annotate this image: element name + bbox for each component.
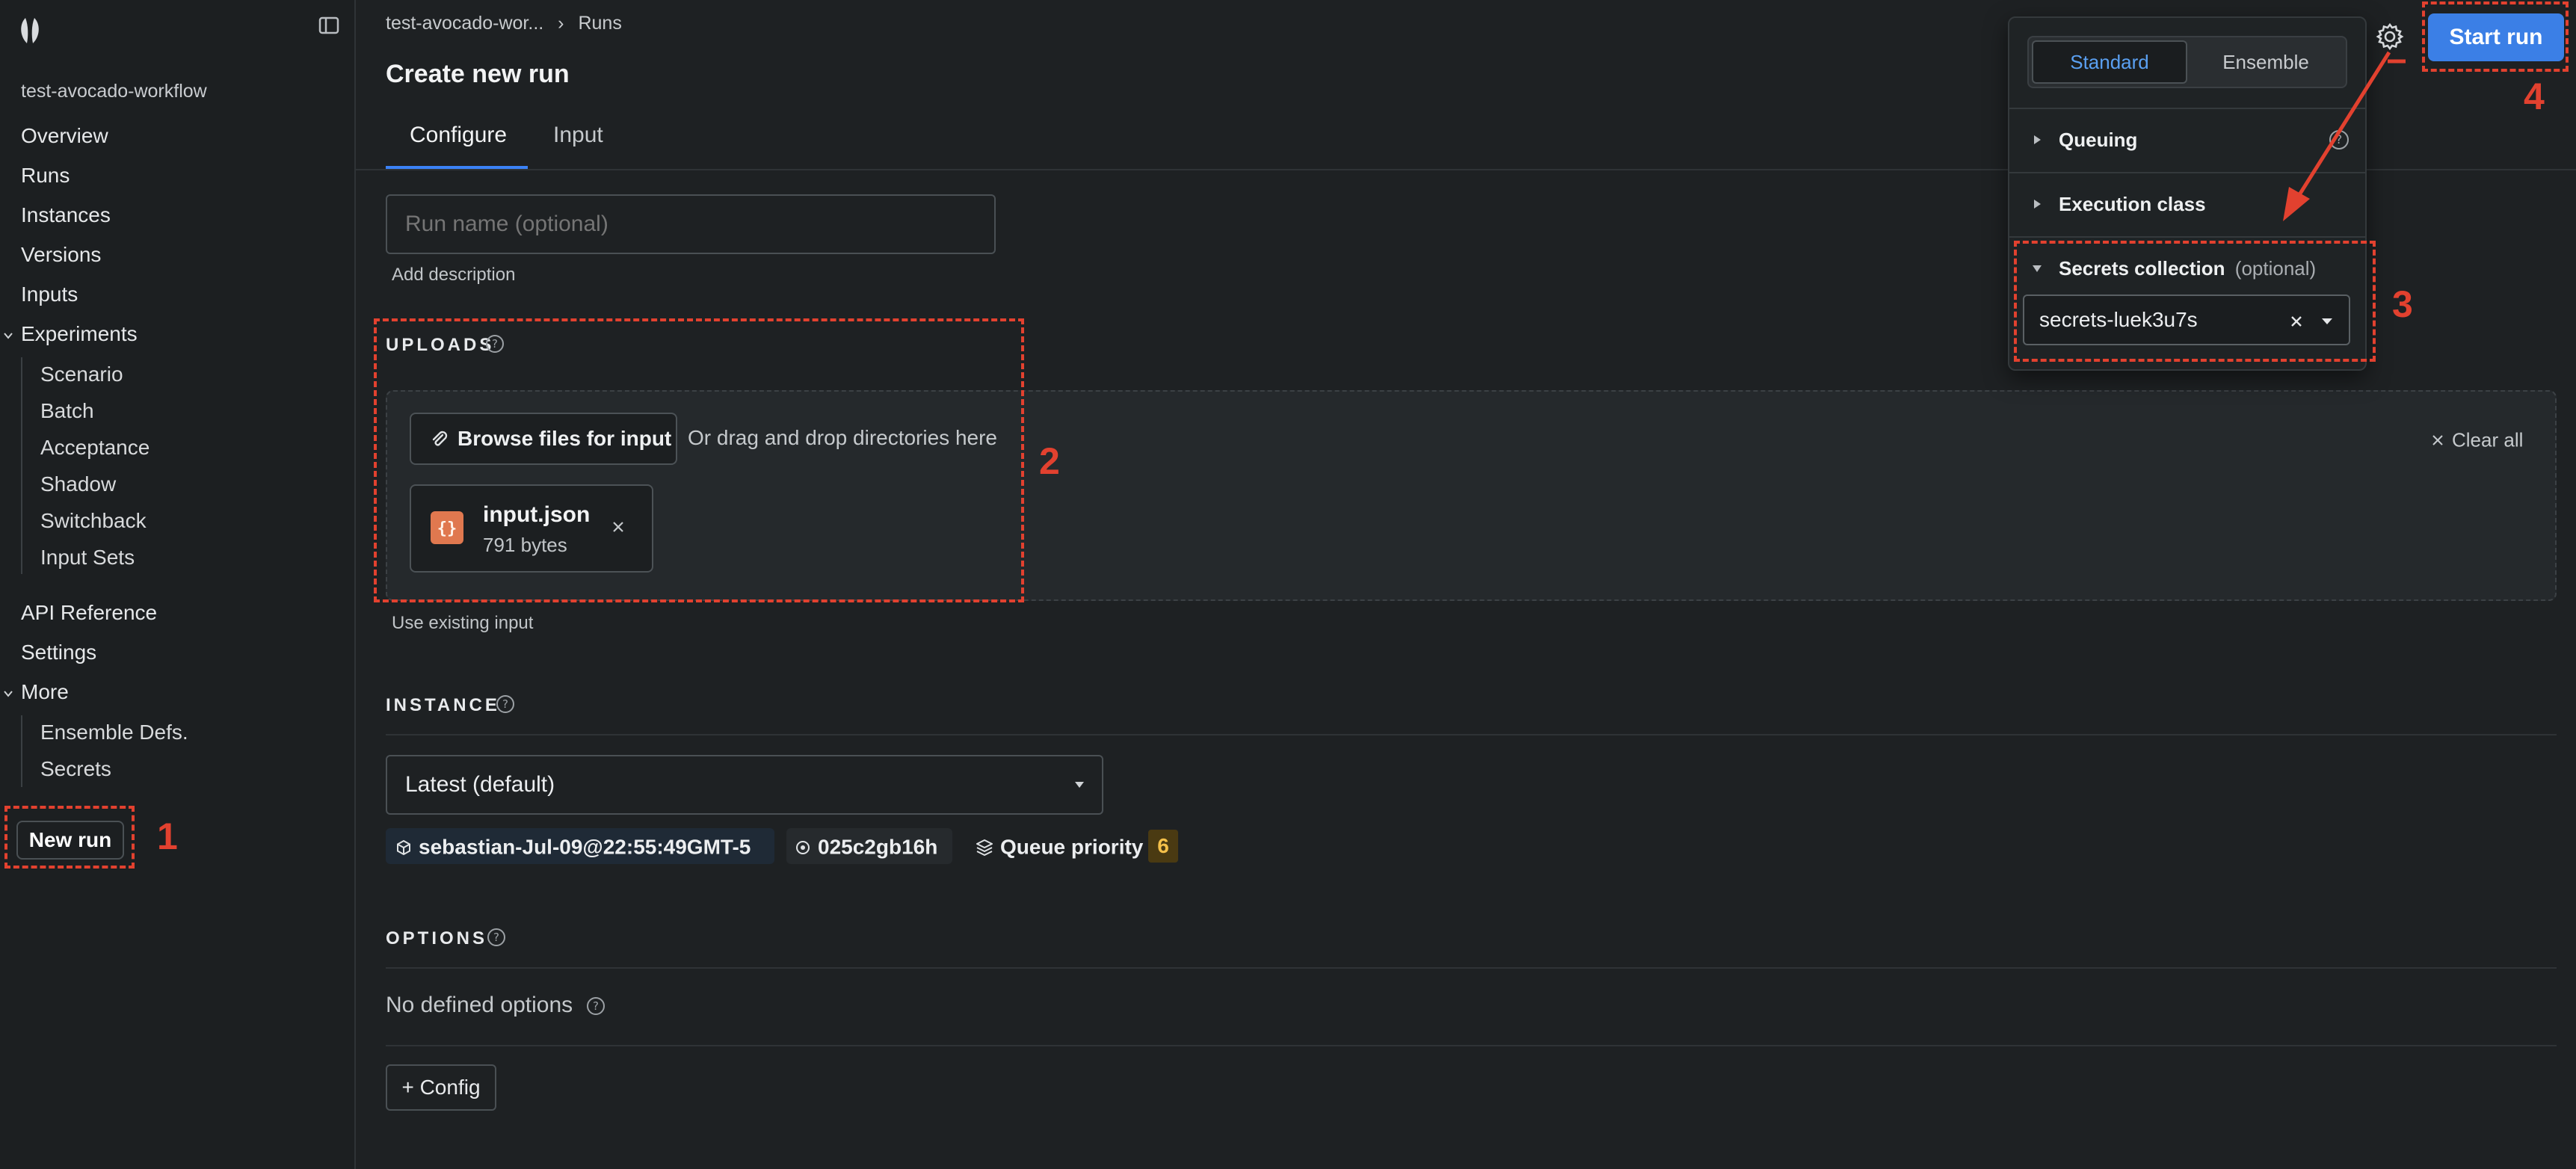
tab-input[interactable]: Input bbox=[553, 123, 603, 148]
sidebar-item-settings[interactable]: Settings bbox=[21, 641, 96, 664]
cube-icon bbox=[397, 839, 410, 855]
use-existing-input-link[interactable]: Use existing input bbox=[392, 613, 533, 634]
sidebar-item-api-reference[interactable]: API Reference bbox=[21, 601, 157, 625]
sidebar-item-batch[interactable]: Batch bbox=[40, 399, 94, 423]
triangle-right-icon[interactable] bbox=[2032, 133, 2042, 146]
layers-icon bbox=[976, 839, 993, 856]
sidebar-item-versions[interactable]: Versions bbox=[21, 243, 101, 267]
breadcrumb-current[interactable]: Runs bbox=[578, 13, 621, 34]
add-description-link[interactable]: Add description bbox=[392, 265, 515, 286]
help-icon[interactable]: ? bbox=[486, 927, 507, 948]
tab-configure[interactable]: Configure bbox=[410, 123, 507, 148]
annotation-number-4: 4 bbox=[2524, 75, 2545, 117]
page-title: Create new run bbox=[386, 60, 570, 88]
sidebar-item-more[interactable]: More bbox=[21, 680, 69, 704]
mode-standard-option[interactable]: Standard bbox=[2032, 40, 2187, 84]
options-heading: OPTIONS bbox=[386, 928, 488, 949]
sidebar-item-input-sets[interactable]: Input Sets bbox=[40, 546, 135, 570]
sidebar-item-acceptance[interactable]: Acceptance bbox=[40, 436, 150, 460]
queue-priority-badge: 6 bbox=[1148, 830, 1178, 863]
queuing-row-label[interactable]: Queuing bbox=[2059, 129, 2137, 152]
more-group-line bbox=[21, 715, 22, 787]
sidebar-item-switchback[interactable]: Switchback bbox=[40, 509, 147, 533]
sidebar-item-runs[interactable]: Runs bbox=[21, 164, 70, 188]
annotation-arrow bbox=[2283, 51, 2406, 221]
app-logo-icon[interactable] bbox=[16, 13, 43, 46]
breadcrumb-separator: › bbox=[558, 12, 564, 34]
run-name-input[interactable] bbox=[386, 194, 996, 254]
svg-text:?: ? bbox=[502, 697, 508, 711]
no-options-label: No defined options bbox=[386, 993, 573, 1017]
annotation-box-3 bbox=[2014, 241, 2376, 362]
annotation-box-1 bbox=[4, 806, 135, 869]
annotation-box-4 bbox=[2422, 1, 2569, 72]
sidebar-item-overview[interactable]: Overview bbox=[21, 124, 108, 148]
clear-all-button[interactable]: Clear all bbox=[2431, 428, 2523, 452]
sidebar: test-avocado-workflow Overview Runs Inst… bbox=[0, 0, 356, 1169]
close-icon bbox=[2432, 435, 2443, 445]
sidebar-toggle-icon[interactable] bbox=[317, 13, 341, 37]
breadcrumb-workflow[interactable]: test-avocado-wor... bbox=[386, 13, 543, 34]
no-options-text: No defined options ? bbox=[386, 993, 606, 1018]
instance-divider bbox=[386, 734, 2557, 735]
annotation-number-2: 2 bbox=[1039, 440, 1060, 482]
sidebar-item-ensemble-defs[interactable]: Ensemble Defs. bbox=[40, 721, 188, 744]
commit-icon bbox=[796, 840, 810, 854]
sidebar-item-experiments[interactable]: Experiments bbox=[21, 322, 138, 346]
instance-heading: INSTANCE bbox=[386, 695, 500, 715]
instance-selected-value: Latest (default) bbox=[405, 772, 555, 797]
popover-divider bbox=[2009, 236, 2365, 238]
hash-chip[interactable]: 025c2gb16h bbox=[786, 828, 952, 864]
help-icon[interactable]: ? bbox=[585, 996, 606, 1017]
sidebar-item-shadow[interactable]: Shadow bbox=[40, 472, 116, 496]
queue-priority-label: Queue priority bbox=[1000, 835, 1144, 859]
triangle-right-icon[interactable] bbox=[2032, 197, 2042, 211]
breadcrumb: test-avocado-wor... › Runs bbox=[386, 12, 622, 34]
execution-class-row-label[interactable]: Execution class bbox=[2059, 193, 2206, 216]
chevron-down-icon[interactable] bbox=[3, 688, 13, 699]
sidebar-item-inputs[interactable]: Inputs bbox=[21, 283, 78, 306]
experiments-group-line bbox=[21, 357, 22, 574]
annotation-number-1: 1 bbox=[157, 815, 178, 857]
sidebar-item-secrets[interactable]: Secrets bbox=[40, 757, 111, 781]
sidebar-item-scenario[interactable]: Scenario bbox=[40, 363, 123, 386]
active-tab-indicator bbox=[386, 166, 528, 169]
options-divider bbox=[386, 967, 2557, 969]
annotation-box-2 bbox=[374, 318, 1024, 602]
annotation-number-3: 3 bbox=[2392, 283, 2413, 325]
workspace-name: test-avocado-workflow bbox=[21, 81, 207, 102]
options-bottom-divider bbox=[386, 1045, 2557, 1046]
sidebar-item-instances[interactable]: Instances bbox=[21, 203, 111, 227]
help-icon[interactable]: ? bbox=[495, 694, 516, 715]
svg-text:?: ? bbox=[493, 931, 499, 944]
version-label: sebastian-Jul-09@22:55:49GMT-5 bbox=[419, 835, 751, 859]
caret-down-icon bbox=[1075, 782, 1084, 788]
version-chip[interactable]: sebastian-Jul-09@22:55:49GMT-5 bbox=[386, 828, 774, 864]
hash-label: 025c2gb16h bbox=[818, 835, 938, 859]
instance-select[interactable]: Latest (default) bbox=[386, 755, 1103, 815]
add-config-button[interactable]: + Config bbox=[386, 1064, 496, 1111]
chevron-down-icon[interactable] bbox=[3, 330, 13, 341]
svg-text:?: ? bbox=[593, 999, 599, 1013]
clear-all-label: Clear all bbox=[2452, 428, 2524, 451]
